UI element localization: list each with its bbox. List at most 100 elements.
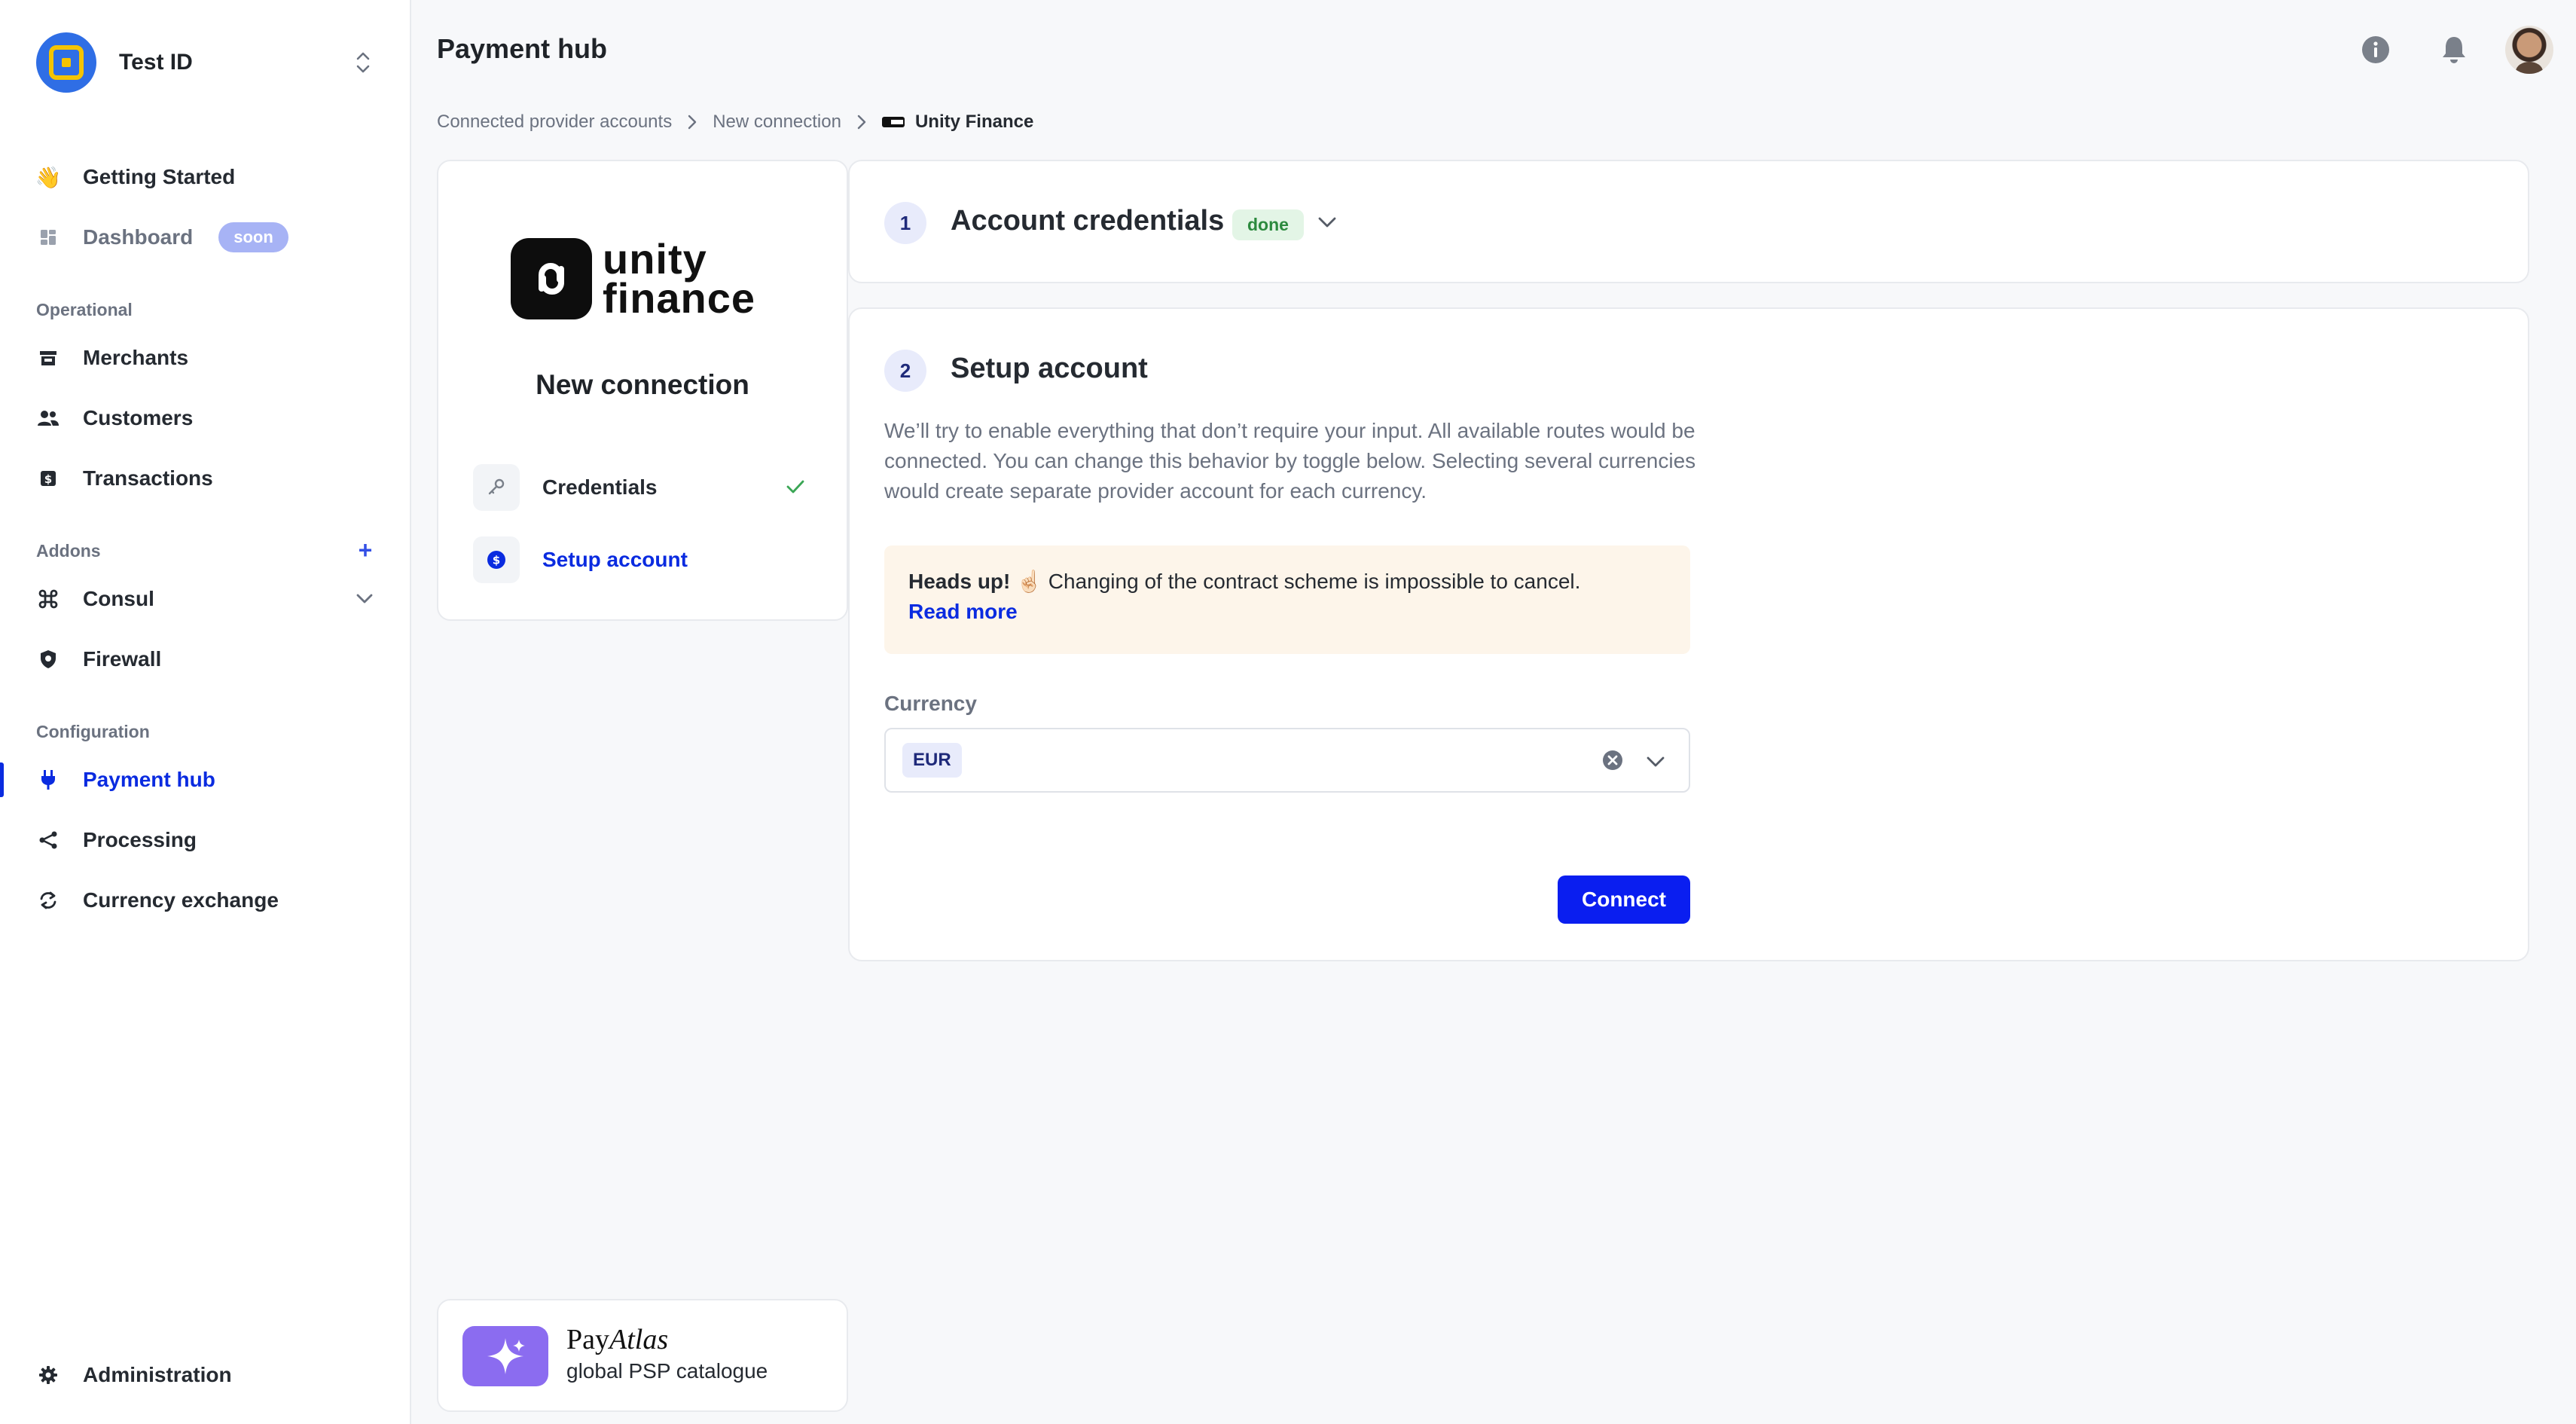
breadcrumb: Connected provider accounts New connecti…: [437, 112, 1033, 133]
promo-title: PayAtlas: [566, 1323, 668, 1356]
soon-badge: soon: [218, 222, 288, 252]
sidebar-item-label: Firewall: [83, 647, 162, 671]
setup-description: We’ll try to enable everything that don’…: [884, 419, 1696, 503]
sidebar: Test ID 👋 Getting Started Getting Starte…: [0, 0, 411, 1424]
unity-finance-mark-icon: [511, 238, 592, 319]
sidebar-item-label: Administration: [83, 1363, 232, 1386]
command-icon: [36, 587, 60, 611]
pointing-up-icon: ☝🏻: [1016, 570, 1043, 593]
shield-icon: [36, 647, 60, 671]
plug-icon: [36, 768, 60, 792]
promo-title-plain: Pay: [566, 1324, 609, 1355]
sidebar-item-label: Transactions: [83, 466, 213, 490]
main-content: Payment hub Connected provider accounts …: [411, 0, 2576, 1424]
connection-card: unity finance New connection Credentials…: [437, 160, 848, 621]
sidebar-item-merchants[interactable]: Merchants: [0, 332, 410, 384]
section-label-operational: Operational: [36, 300, 133, 319]
account-credentials-panel[interactable]: 1 Account credentials done: [848, 160, 2529, 283]
step-number: 2: [884, 350, 926, 392]
payatlas-promo[interactable]: PayAtlas global PSP catalogue: [437, 1299, 848, 1412]
sidebar-item-payment-hub[interactable]: Payment hub: [0, 753, 410, 806]
org-switcher[interactable]: Test ID: [36, 32, 377, 93]
app-root: Test ID 👋 Getting Started Getting Starte…: [0, 0, 2576, 1424]
chevron-right-icon: [687, 114, 697, 130]
connection-title: New connection: [536, 369, 749, 400]
warning-alert: Heads up! ☝🏻 Changing of the contract sc…: [884, 545, 1690, 654]
org-name: Test ID: [119, 50, 193, 75]
step-label: Setup account: [542, 548, 688, 571]
check-icon: [785, 476, 806, 503]
dollar-circle-icon: $: [473, 536, 520, 583]
sidebar-item-label: Consul: [83, 587, 154, 610]
add-addon-icon[interactable]: +: [354, 538, 377, 562]
sidebar-item-dashboard[interactable]: Getting Started Dashboard soon: [0, 211, 410, 264]
sidebar-item-label: Currency exchange: [83, 888, 279, 912]
currency-label: Currency: [884, 692, 977, 715]
sidebar-item-administration[interactable]: Administration: [0, 1349, 410, 1401]
logo-text-line1: unity: [603, 235, 707, 283]
logo-text-line2: finance: [603, 274, 756, 322]
sidebar-item-processing[interactable]: Processing: [0, 814, 410, 866]
step-credentials[interactable]: Credentials: [473, 463, 816, 512]
sidebar-item-label: Merchants: [83, 346, 189, 369]
sidebar-item-getting-started[interactable]: 👋 Getting Started: [0, 151, 410, 203]
currency-select[interactable]: EUR: [884, 728, 1690, 793]
alert-heading: Heads up!: [908, 570, 1011, 593]
sidebar-item-consul[interactable]: Consul: [0, 573, 410, 625]
status-badge: done: [1232, 209, 1304, 240]
users-icon: [36, 406, 60, 430]
sparkle-icon: [462, 1326, 548, 1386]
gear-icon: [36, 1363, 60, 1387]
chevron-down-icon[interactable]: [1315, 209, 1339, 237]
provider-logo-text: unity finance: [603, 235, 756, 322]
chevron-right-icon: [856, 114, 867, 130]
chevron-down-icon[interactable]: [1644, 749, 1668, 777]
panel-title: Setup account: [951, 353, 1148, 384]
alert-text: Changing of the contract scheme is impos…: [1048, 570, 1581, 593]
sidebar-item-transactions[interactable]: $ Transactions: [0, 452, 410, 505]
info-icon[interactable]: [2356, 30, 2395, 69]
sidebar-item-label: Getting Started: [83, 165, 236, 188]
sidebar-item-label: Dashboard: [83, 225, 194, 249]
bell-icon[interactable]: [2434, 30, 2474, 69]
org-logo: [36, 32, 96, 93]
dashboard-icon: [36, 225, 60, 249]
breadcrumb-current: Unity Finance: [881, 112, 1034, 133]
breadcrumb-link-new-connection[interactable]: New connection: [713, 112, 841, 133]
svg-text:$: $: [44, 472, 52, 486]
clear-circle-icon[interactable]: [1601, 749, 1624, 775]
currency-chip[interactable]: EUR: [902, 743, 962, 778]
chevron-down-icon[interactable]: [354, 588, 375, 614]
sidebar-item-currency-exchange[interactable]: Currency exchange: [0, 874, 410, 927]
breadcrumb-link-connected-accounts[interactable]: Connected provider accounts: [437, 112, 672, 133]
user-avatar[interactable]: [2505, 26, 2553, 74]
page-title: Payment hub: [437, 33, 608, 64]
promo-subtitle: global PSP catalogue: [566, 1359, 768, 1383]
exchange-arrows-icon: [36, 888, 60, 912]
chevron-up-down-icon[interactable]: [349, 44, 377, 81]
sidebar-item-customers[interactable]: Customers: [0, 392, 410, 445]
sidebar-item-label: Payment hub: [83, 768, 215, 791]
section-label-configuration: Configuration: [36, 722, 150, 741]
read-more-link[interactable]: Read more: [908, 597, 1666, 627]
step-label: Credentials: [542, 475, 658, 499]
setup-account-panel: 2 Setup account We’ll try to enable ever…: [848, 307, 2529, 961]
svg-text:$: $: [493, 554, 500, 567]
key-icon: [473, 464, 520, 511]
sidebar-item-firewall[interactable]: Firewall: [0, 633, 410, 686]
step-number: 1: [884, 202, 926, 244]
waving-hand-icon: 👋: [35, 165, 62, 189]
dollar-square-icon: $: [36, 466, 60, 490]
share-nodes-icon: [36, 828, 60, 852]
panel-title: Account credentials: [951, 205, 1225, 237]
promo-title-italic: Atlas: [609, 1324, 669, 1355]
breadcrumb-current-label: Unity Finance: [914, 112, 1034, 132]
section-label-addons: Addons: [36, 541, 101, 561]
top-toolbar: [2317, 26, 2553, 74]
step-setup-account[interactable]: $ Setup account: [473, 535, 816, 585]
store-icon: [36, 346, 60, 370]
sidebar-item-label: Customers: [83, 406, 194, 429]
sidebar-item-label: Processing: [83, 828, 197, 851]
provider-logo: unity finance: [511, 234, 774, 324]
connect-button[interactable]: Connect: [1558, 875, 1690, 924]
